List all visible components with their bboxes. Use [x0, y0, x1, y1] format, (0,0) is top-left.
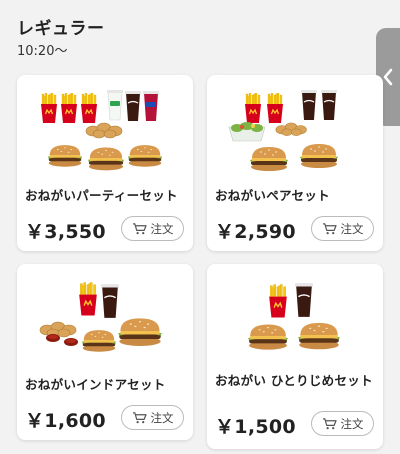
menu-page: レギュラー 10:20〜 おねがいパーティーセット ￥3,550 注文 おねがい…: [0, 0, 400, 454]
product-card[interactable]: おねがいインドアセット ￥1,600 注文: [17, 264, 193, 440]
product-name: おねがいインドアセット: [25, 377, 166, 392]
cart-icon: [321, 223, 337, 235]
product-image: [40, 89, 163, 171]
section-title: レギュラー: [17, 19, 105, 39]
product-name: おねがい ひとりじめセット: [215, 373, 373, 388]
product-name: おねがいペアセット: [215, 188, 330, 203]
cart-icon: [321, 418, 337, 430]
product-price: ￥1,600: [25, 410, 106, 432]
product-name: おねがいパーティーセット: [25, 188, 178, 203]
product-image: [228, 89, 338, 171]
product-price: ￥3,550: [25, 221, 106, 243]
chevron-left-icon: [383, 68, 393, 86]
order-button[interactable]: 注文: [311, 216, 374, 241]
order-button[interactable]: 注文: [311, 411, 374, 436]
product-image: [39, 282, 162, 352]
product-price: ￥1,500: [215, 416, 296, 438]
cart-icon: [131, 223, 147, 235]
product-card[interactable]: おねがい ひとりじめセット ￥1,500 注文: [207, 264, 383, 449]
order-button[interactable]: 注文: [121, 405, 184, 430]
order-button-label: 注文: [150, 221, 174, 236]
order-button-label: 注文: [340, 221, 364, 236]
product-card[interactable]: おねがいパーティーセット ￥3,550 注文: [17, 75, 193, 251]
product-price: ￥2,590: [215, 221, 296, 243]
cart-icon: [131, 412, 147, 424]
order-button-label: 注文: [340, 416, 364, 431]
order-button-label: 注文: [150, 410, 174, 425]
product-image: [248, 282, 340, 350]
section-time: 10:20〜: [17, 44, 68, 59]
product-card[interactable]: おねがいペアセット ￥2,590 注文: [207, 75, 383, 251]
order-button[interactable]: 注文: [121, 216, 184, 241]
